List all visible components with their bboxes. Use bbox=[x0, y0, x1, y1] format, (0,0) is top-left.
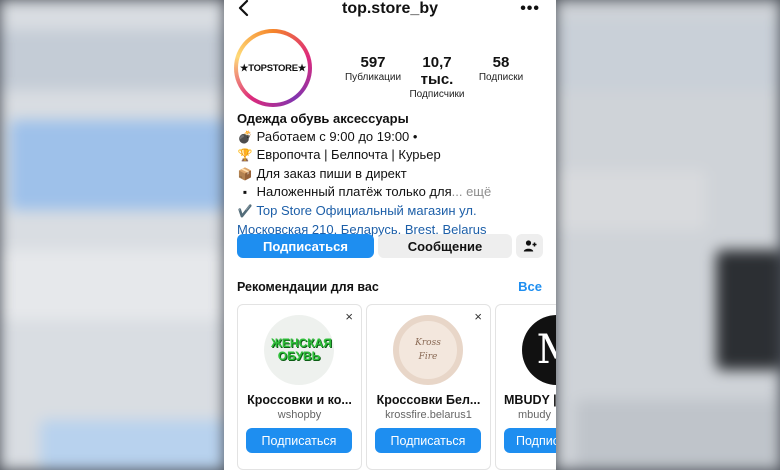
recommendation-handle: krossfire.belarus1 bbox=[385, 409, 472, 421]
trophy-icon: 🏆 bbox=[237, 148, 253, 163]
recommendation-handle: wshopby bbox=[277, 409, 322, 421]
recommendation-avatar[interactable]: ЖЕНСКАЯ ОБУВЬ bbox=[264, 315, 334, 385]
add-person-button[interactable] bbox=[516, 234, 543, 258]
close-icon[interactable]: × bbox=[474, 309, 482, 324]
bio-line-hours: 💣 Работаем с 9:00 до 19:00 • bbox=[237, 128, 547, 147]
recommendation-avatar-text: Kross Fire bbox=[415, 338, 441, 362]
message-button[interactable]: Сообщение bbox=[378, 234, 512, 258]
bio-more-link[interactable]: ... ещё bbox=[452, 184, 492, 199]
close-icon[interactable]: × bbox=[345, 309, 353, 324]
bio-delivery-text: Европочта | Белпочта | Курьер bbox=[256, 147, 441, 163]
recommendation-follow-button[interactable]: Подписаться bbox=[504, 428, 556, 453]
recommendation-avatar[interactable]: Kross Fire bbox=[393, 315, 463, 385]
top-bar: top.store_by ••• bbox=[224, 0, 556, 22]
bio-payment-text: Наложенный платёж только для bbox=[256, 184, 452, 200]
location-link[interactable]: Top Store Официальный магазин bbox=[256, 203, 455, 218]
recommendation-handle: mbudy bbox=[518, 409, 552, 421]
stat-followers-value: 10,7 тыс. bbox=[420, 54, 454, 88]
blurred-background-left bbox=[0, 0, 224, 470]
avatar[interactable]: ★TOPSTORE★ bbox=[234, 29, 312, 107]
recommendation-card[interactable]: × Kross Fire Кроссовки Бел... krossfire.… bbox=[366, 304, 491, 470]
profile-bio: Одежда обувь аксессуары 💣 Работаем с 9:0… bbox=[237, 110, 547, 238]
recommendation-avatar[interactable]: M bbox=[522, 315, 556, 385]
bio-line-payment: ▪ Наложенный платёж только для... ещё bbox=[237, 183, 547, 202]
recommendation-title: Кроссовки и ко... bbox=[247, 393, 352, 407]
avatar-logo-text: ★TOPSTORE★ bbox=[238, 33, 308, 103]
recommendation-follow-button[interactable]: Подписаться bbox=[246, 428, 352, 453]
bio-order-text: Для заказ пиши в директ bbox=[256, 165, 407, 181]
add-person-icon bbox=[523, 240, 536, 252]
recommendation-card[interactable]: × ЖЕНСКАЯ ОБУВЬ Кроссовки и ко... wshopb… bbox=[237, 304, 362, 470]
bio-location[interactable]: ✔️ Top Store Официальный магазин ул. bbox=[237, 202, 547, 221]
square-icon: ▪ bbox=[242, 185, 248, 200]
package-icon: 📦 bbox=[237, 166, 253, 181]
bio-line-order: 📦 Для заказ пиши в директ bbox=[237, 165, 547, 184]
stat-followers-label: Подписчики bbox=[409, 89, 465, 100]
recommendations-title: Рекомендации для вас bbox=[237, 280, 379, 294]
stat-following-label: Подписки bbox=[478, 72, 524, 83]
bio-hours-text: Работаем с 9:00 до 19:00 • bbox=[256, 128, 418, 144]
stat-following[interactable]: 58 Подписки bbox=[470, 54, 532, 85]
recommendation-card[interactable]: M MBUDY | mbudy Подписаться bbox=[495, 304, 556, 470]
follow-button[interactable]: Подписаться bbox=[237, 234, 374, 258]
stat-posts[interactable]: 597 Публикации bbox=[342, 54, 404, 85]
profile-username: top.store_by bbox=[341, 0, 438, 17]
bio-name: Одежда обувь аксессуары bbox=[237, 111, 409, 126]
recommendation-title: Кроссовки Бел... bbox=[376, 393, 481, 407]
recommendation-avatar-text: ЖЕНСКАЯ ОБУВЬ bbox=[271, 336, 332, 363]
stat-followers[interactable]: 10,7 тыс. Подписчики bbox=[406, 54, 468, 102]
location-street[interactable]: ул. bbox=[459, 203, 476, 218]
recommendation-title: MBUDY | bbox=[504, 393, 556, 407]
stat-following-value: 58 bbox=[492, 54, 510, 71]
more-options-icon[interactable]: ••• bbox=[520, 0, 540, 18]
stat-posts-value: 597 bbox=[360, 54, 386, 71]
instagram-profile-screen: top.store_by ••• ★TOPSTORE★ 597 Публикац… bbox=[224, 0, 556, 470]
recommendation-follow-button[interactable]: Подписаться bbox=[375, 428, 481, 453]
checkmark-icon: ✔️ bbox=[237, 203, 253, 218]
bio-line-delivery: 🏆 Европочта | Белпочта | Курьер bbox=[237, 146, 547, 165]
blurred-background-right bbox=[556, 0, 780, 470]
stat-posts-label: Публикации bbox=[344, 72, 402, 83]
recommendation-avatar-text: M bbox=[537, 327, 556, 373]
see-all-link[interactable]: Все bbox=[518, 279, 542, 294]
bomb-icon: 💣 bbox=[237, 129, 253, 144]
